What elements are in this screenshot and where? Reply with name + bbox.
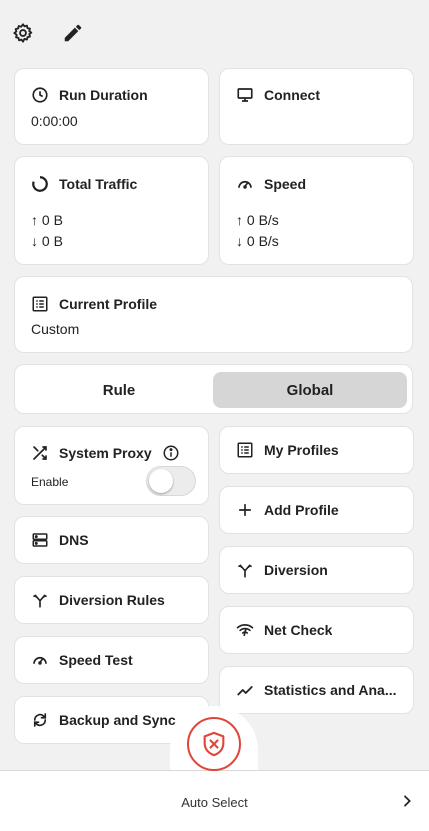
mode-segmented-control: Rule Global: [14, 364, 413, 414]
diversion-tile[interactable]: Diversion: [219, 546, 414, 594]
bottom-bar[interactable]: Auto Select: [0, 770, 429, 831]
run-duration-card: Run Duration 0:00:00: [14, 68, 209, 145]
speed-test-label: Speed Test: [59, 652, 133, 668]
speed-card: Speed ↑ 0 B/s ↓ 0 B/s: [219, 156, 414, 265]
server-icon: [31, 531, 49, 549]
circle-progress-icon: [31, 175, 49, 193]
chevron-right-icon[interactable]: [399, 793, 415, 809]
total-traffic-label: Total Traffic: [59, 176, 138, 192]
traffic-up-value: ↑ 0 B: [31, 212, 63, 228]
shield-x-icon: [200, 730, 228, 758]
fork-icon: [236, 561, 254, 579]
toggle-knob: [149, 469, 173, 493]
pencil-icon[interactable]: [62, 22, 84, 44]
info-icon[interactable]: [162, 444, 180, 462]
add-profile-tile[interactable]: Add Profile: [219, 486, 414, 534]
dns-label: DNS: [59, 532, 89, 548]
connect-toggle-button[interactable]: [187, 717, 241, 771]
net-check-label: Net Check: [264, 622, 333, 638]
current-profile-label: Current Profile: [59, 296, 158, 312]
wifi-check-icon: [236, 621, 254, 639]
list-icon: [31, 295, 49, 313]
sync-icon: [31, 711, 49, 729]
speed-up-value: ↑ 0 B/s: [236, 212, 279, 228]
add-profile-label: Add Profile: [264, 502, 339, 518]
traffic-down-value: ↓ 0 B: [31, 233, 63, 249]
connect-card[interactable]: Connect: [219, 68, 414, 145]
system-proxy-label: System Proxy: [59, 445, 152, 461]
mode-global-option[interactable]: Global: [213, 372, 407, 408]
speedometer-icon: [31, 651, 49, 669]
fork-icon: [31, 591, 49, 609]
mode-rule-option[interactable]: Rule: [22, 372, 216, 408]
gear-icon[interactable]: [12, 22, 34, 44]
speed-test-tile[interactable]: Speed Test: [14, 636, 209, 684]
dns-tile[interactable]: DNS: [14, 516, 209, 564]
backup-sync-label: Backup and Sync: [59, 712, 176, 728]
connect-label: Connect: [264, 87, 320, 103]
list-icon: [236, 441, 254, 459]
statistics-label: Statistics and Ana...: [264, 682, 397, 698]
diversion-rules-label: Diversion Rules: [59, 592, 165, 608]
statistics-tile[interactable]: Statistics and Ana...: [219, 666, 414, 714]
enable-label: Enable: [31, 475, 69, 489]
my-profiles-label: My Profiles: [264, 442, 339, 458]
current-profile-value: Custom: [31, 321, 80, 337]
auto-select-label: Auto Select: [181, 795, 248, 810]
my-profiles-tile[interactable]: My Profiles: [219, 426, 414, 474]
system-proxy-toggle[interactable]: [146, 466, 196, 496]
speed-label: Speed: [264, 176, 307, 192]
run-duration-label: Run Duration: [59, 87, 148, 103]
system-proxy-card: System Proxy Enable: [14, 426, 209, 505]
shuffle-icon: [31, 444, 49, 462]
trend-line-icon: [236, 681, 254, 699]
monitor-icon: [236, 86, 254, 104]
net-check-tile[interactable]: Net Check: [219, 606, 414, 654]
total-traffic-card: Total Traffic ↑ 0 B ↓ 0 B: [14, 156, 209, 265]
diversion-rules-tile[interactable]: Diversion Rules: [14, 576, 209, 624]
speed-down-value: ↓ 0 B/s: [236, 233, 279, 249]
speedometer-icon: [236, 175, 254, 193]
diversion-label: Diversion: [264, 562, 328, 578]
top-toolbar: [12, 22, 84, 44]
plus-icon: [236, 501, 254, 519]
run-duration-value: 0:00:00: [31, 113, 78, 129]
clock-icon: [31, 86, 49, 104]
current-profile-card[interactable]: Current Profile Custom: [14, 276, 413, 353]
